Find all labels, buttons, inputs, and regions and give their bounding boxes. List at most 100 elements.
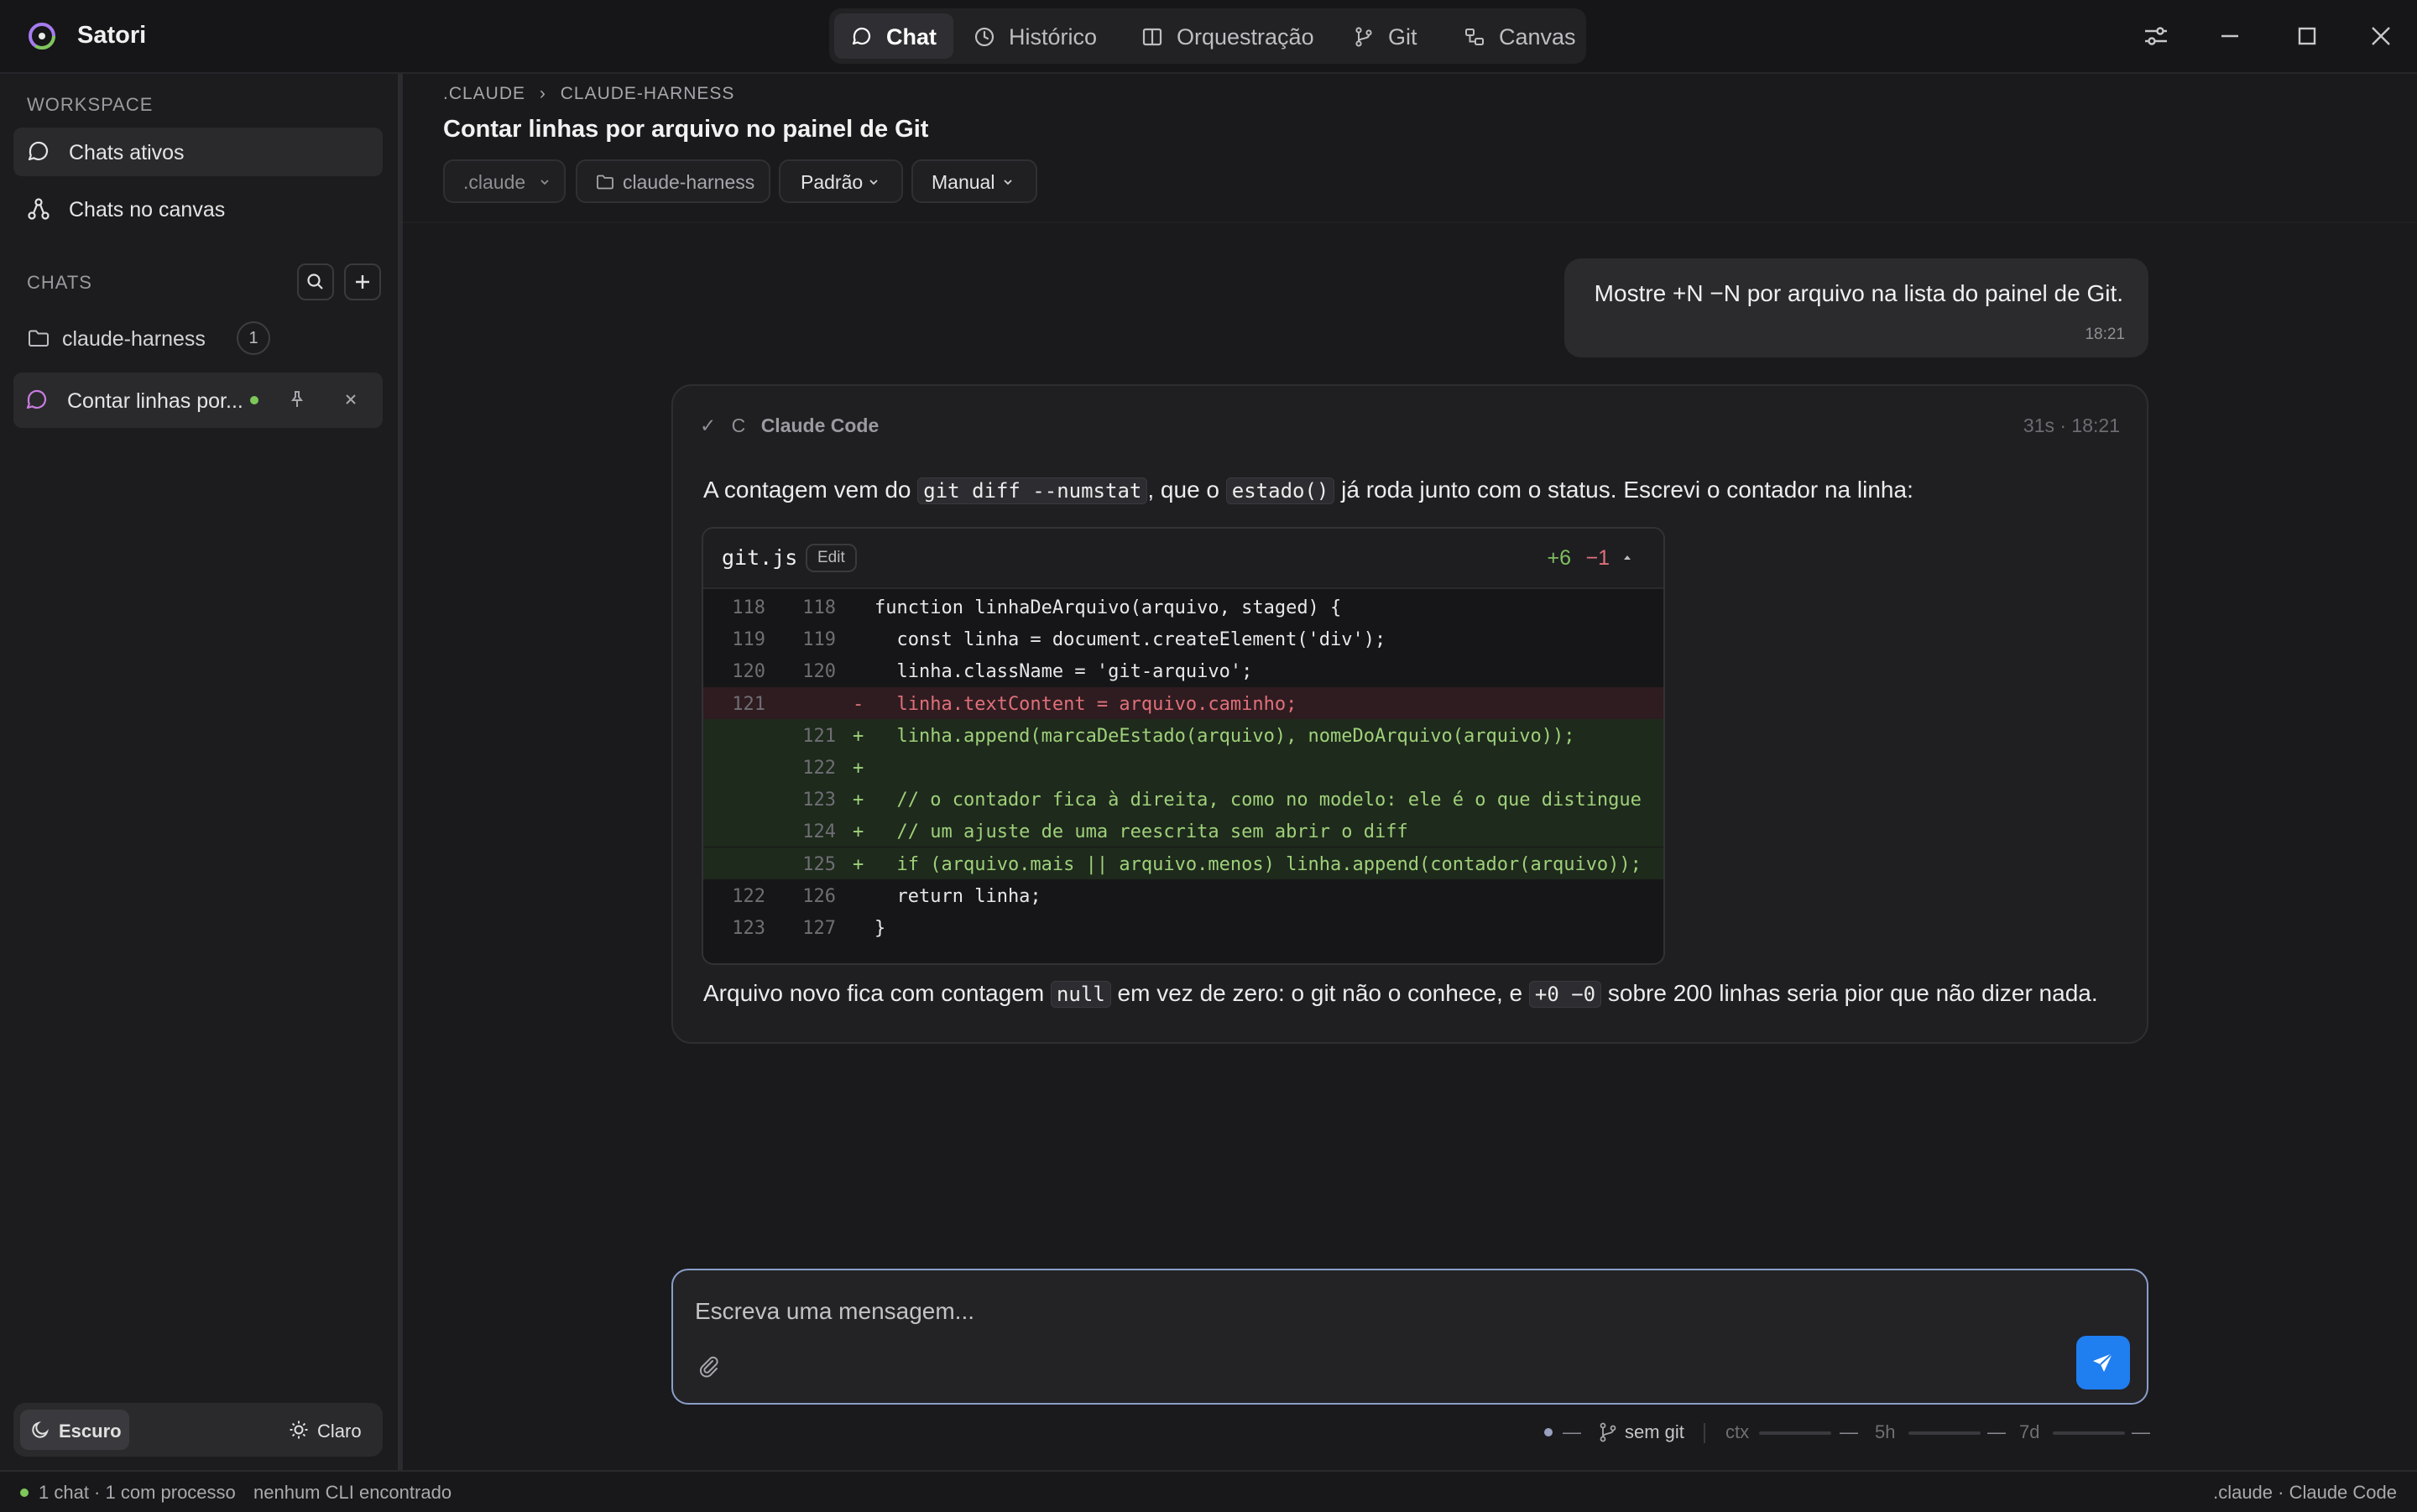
search-icon [307, 274, 323, 289]
intro-text-1: A contagem vem do [703, 477, 918, 503]
intro-text-3: já roda junto com o status. Escrevi o co… [1334, 477, 1913, 503]
old-line-number: 121 [732, 693, 765, 715]
approval-select-value: Manual [932, 171, 995, 193]
diff-marker: + [853, 821, 864, 843]
maximize-icon[interactable] [2289, 18, 2325, 54]
sidebar-folder-claude-harness[interactable]: claude-harness 1 [13, 314, 383, 362]
scope-select[interactable]: .claude [443, 159, 566, 203]
chevron-down-icon [1004, 180, 1012, 185]
folder-icon [29, 330, 49, 347]
satori-logo-icon [29, 23, 55, 50]
theme-light-label: Claro [317, 1421, 362, 1442]
theme-dark-label: Escuro [59, 1421, 122, 1442]
old-line-number: 120 [732, 661, 765, 683]
breadcrumb-child[interactable]: CLAUDE-HARNESS [561, 84, 735, 103]
tab-git[interactable]: Git [1336, 13, 1445, 59]
edit-tool-badge: Edit [806, 544, 857, 572]
search-chats-button[interactable] [297, 263, 334, 300]
outro-text-2: em vez de zero: o git não o conhece, e [1110, 980, 1529, 1006]
new-line-number: 120 [802, 661, 836, 683]
diff-line: 121 - linha.textContent = arquivo.caminho… [703, 686, 1663, 719]
sidebar-item-label: Chats ativos [69, 141, 185, 164]
folder-select-value: claude-harness [623, 171, 755, 193]
mode-select[interactable]: Padrão [779, 159, 903, 203]
code-text: // um ajuste de uma reescrita sem abrir … [874, 821, 1408, 843]
diff-viewer: git.js Edit +6 −1 118 118 function linhaDe… [702, 527, 1665, 965]
send-button[interactable] [2076, 1336, 2130, 1389]
collapse-triangle-icon[interactable] [1621, 552, 1633, 564]
assistant-message: ✓ C Claude Code 31s · 18:21 A contagem v… [671, 384, 2148, 1044]
app-name: Satori [77, 22, 147, 49]
outro-text-3: sobre 200 linhas seria pior que não dize… [1601, 980, 2098, 1006]
diff-line: 123 + // o contador fica à direita, como … [703, 783, 1663, 816]
ctx-label: ctx [1725, 1421, 1750, 1442]
breadcrumb-root[interactable]: .CLAUDE [443, 84, 525, 103]
theme-dark-button[interactable]: Escuro [20, 1410, 129, 1450]
diff-marker: + [853, 725, 864, 747]
tab-historico[interactable]: Histórico [957, 13, 1121, 59]
pin-icon[interactable] [287, 389, 307, 409]
settings-sliders-icon[interactable] [2138, 18, 2174, 54]
new-line-number: 119 [802, 629, 836, 651]
sidebar-chat-item[interactable]: Contar linhas por... [13, 373, 383, 428]
diff-line: 125 + if (arquivo.mais || arquivo.menos) … [703, 847, 1663, 879]
lines-added-count: +6 [1547, 546, 1571, 570]
footer-workspace-info: .claude · Claude Code [2213, 1482, 2397, 1503]
code-text: if (arquivo.mais || arquivo.menos) linha… [874, 853, 1642, 875]
diff-marker: + [853, 853, 864, 875]
tab-chat[interactable]: Chat [834, 13, 953, 59]
new-line-number: 123 [802, 790, 836, 811]
chats-label: CHATS [27, 272, 92, 293]
sidebar-item-chats-ativos[interactable]: Chats ativos [13, 128, 383, 176]
breadcrumb: .CLAUDE › CLAUDE-HARNESS [443, 84, 734, 104]
approval-select[interactable]: Manual [911, 159, 1037, 203]
attach-paperclip-icon[interactable] [695, 1353, 722, 1379]
code-text: linha.textContent = arquivo.caminho; [874, 693, 1297, 715]
footer-process-info: 1 chat · 1 com processo [39, 1482, 236, 1503]
close-icon[interactable] [2363, 18, 2399, 54]
code-text: } [874, 918, 886, 939]
status-dot [250, 396, 258, 404]
send-icon [2093, 1353, 2113, 1372]
message-input[interactable] [693, 1297, 2039, 1326]
assistant-intro: A contagem vem do git diff --numstat, qu… [703, 477, 1913, 504]
diff-line: 120 120 linha.className = 'git-arquivo'; [703, 654, 1663, 686]
inline-code: estado() [1225, 477, 1335, 504]
user-message-time: 18:21 [2085, 326, 2125, 343]
folder-label: claude-harness [62, 327, 206, 351]
chevron-down-icon [540, 180, 549, 185]
git-branch-icon [1355, 27, 1372, 47]
code-text: return linha; [874, 885, 1041, 907]
columns-icon [1142, 28, 1162, 46]
minimize-icon[interactable] [2212, 18, 2247, 54]
tab-canvas-label: Canvas [1499, 24, 1576, 50]
process-status-value: — [1563, 1421, 1581, 1442]
old-line-number: 123 [732, 918, 765, 939]
diff-line: 122 + [703, 751, 1663, 783]
new-line-number: 127 [802, 918, 836, 939]
close-chat-icon[interactable] [342, 391, 359, 408]
inline-code: +0 −0 [1528, 981, 1602, 1008]
diff-filename: git.js [722, 545, 798, 570]
network-icon [28, 198, 50, 220]
folder-select[interactable]: claude-harness [576, 159, 770, 203]
theme-light-button[interactable]: Claro [279, 1410, 376, 1450]
tab-orquestracao[interactable]: Orquestração [1125, 13, 1334, 59]
sidebar-resize-handle[interactable] [398, 74, 403, 1470]
footer-status-dot [20, 1489, 29, 1497]
assistant-header: ✓ C Claude Code [700, 414, 879, 437]
workspace-label: WORKSPACE [27, 94, 154, 115]
new-line-number: 126 [802, 885, 836, 907]
diff-line: 119 119 const linha = document.createElem… [703, 623, 1663, 654]
diff-line: 121 + linha.append(marcaDeEstado(arquivo)… [703, 718, 1663, 751]
done-check-icon: ✓ [700, 414, 717, 436]
folder-count-badge: 1 [237, 321, 270, 355]
tab-canvas[interactable]: Canvas [1447, 13, 1584, 59]
new-chat-button[interactable] [344, 263, 381, 300]
old-line-number: 119 [732, 629, 765, 651]
scope-select-value: .claude [463, 171, 526, 193]
sidebar-item-chats-canvas[interactable]: Chats no canvas [13, 185, 383, 233]
git-branch-icon [1600, 1422, 1616, 1442]
intro-text-2: , que o [1147, 477, 1226, 503]
sun-icon [290, 1421, 308, 1439]
